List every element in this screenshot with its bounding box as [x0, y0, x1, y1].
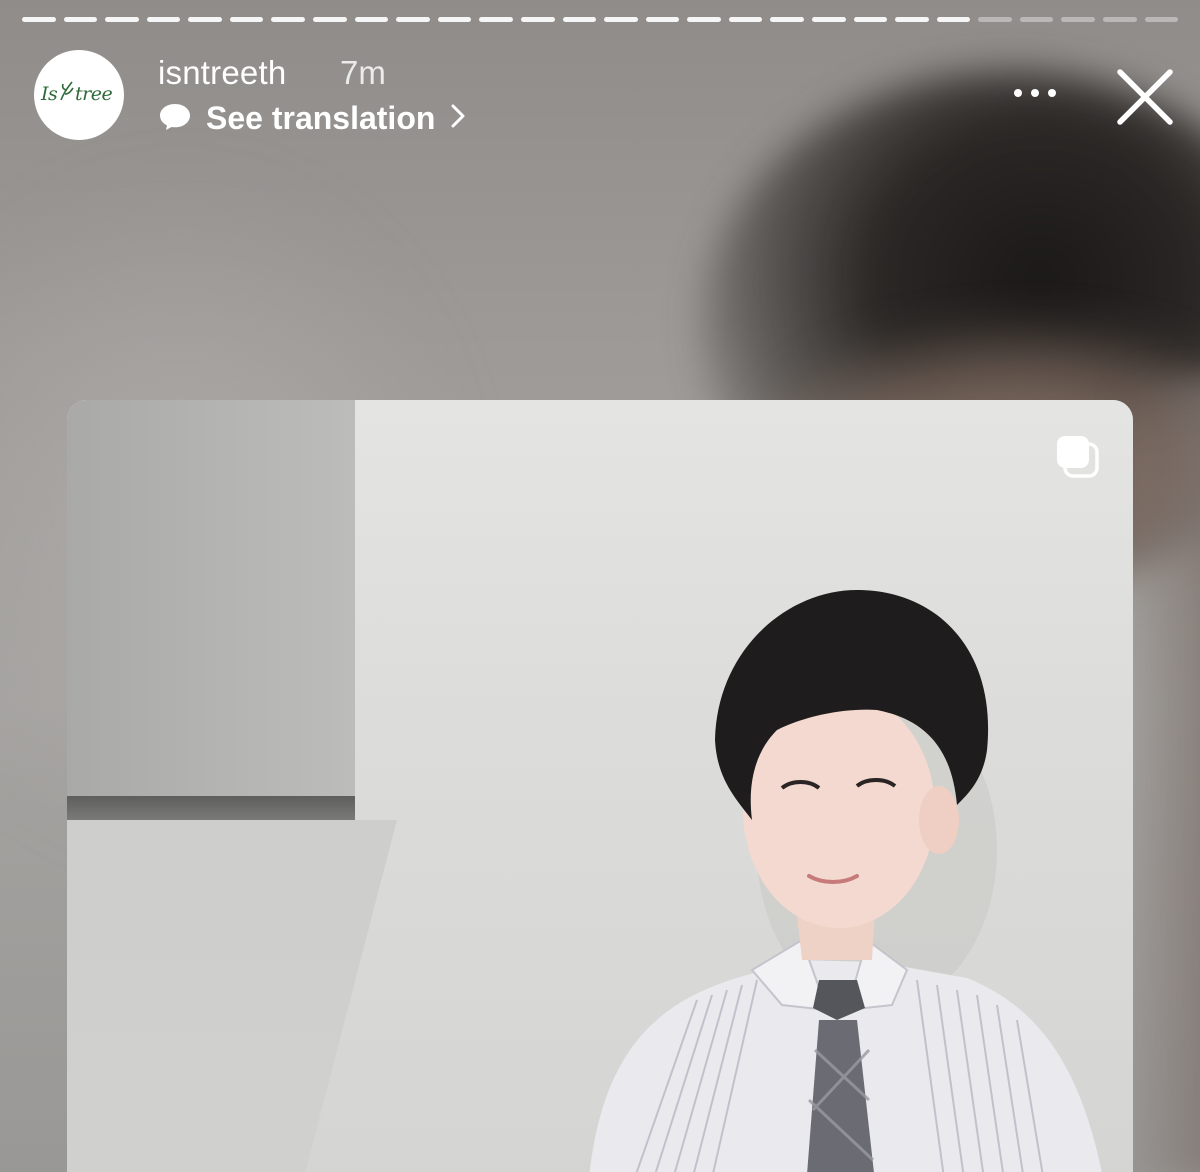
post-photo-pillar-edge — [67, 796, 355, 820]
story-header: Is tree isntreeth 7m See translation — [34, 50, 1200, 150]
post-photo-person — [589, 590, 1102, 1172]
carousel-stack-icon — [1053, 432, 1103, 482]
see-translation-label: See translation — [206, 100, 436, 136]
story-progress-bar — [22, 17, 1179, 24]
post-time: 7m — [340, 54, 386, 91]
story-progress-segment — [396, 17, 430, 22]
story-viewer[interactable]: Is tree isntreeth 7m See translation — [0, 0, 1200, 1172]
story-progress-segment — [354, 17, 389, 22]
svg-text:tree: tree — [75, 83, 112, 105]
close-button[interactable] — [1114, 66, 1176, 128]
story-progress-segment — [936, 17, 971, 22]
story-progress-segment — [853, 17, 888, 22]
story-progress-segment — [645, 17, 680, 22]
brand-logo: Is tree — [39, 78, 119, 113]
story-progress-segment — [146, 17, 181, 22]
story-progress-segment — [687, 17, 721, 22]
story-progress-segment — [479, 17, 513, 22]
post-photo-pillar — [67, 400, 355, 820]
story-progress-segment — [22, 17, 56, 22]
svg-text:Is: Is — [40, 83, 58, 105]
story-progress-segment — [604, 17, 638, 22]
see-translation-button[interactable]: See translation — [158, 100, 467, 137]
story-progress-segment — [188, 17, 222, 22]
story-progress-segment — [1144, 17, 1179, 22]
more-dots-icon — [1014, 89, 1056, 97]
story-progress-segment — [63, 17, 98, 22]
story-progress-segment — [271, 17, 306, 22]
story-progress-segment — [1103, 17, 1137, 22]
speech-bubble-icon — [158, 101, 192, 136]
story-progress-segment — [1061, 17, 1096, 22]
story-progress-segment — [1019, 17, 1054, 22]
story-progress-segment — [728, 17, 763, 22]
story-progress-segment — [313, 17, 347, 22]
avatar[interactable]: Is tree — [34, 50, 124, 140]
story-progress-segment — [229, 17, 264, 22]
story-progress-segment — [520, 17, 555, 22]
story-progress-segment — [811, 17, 846, 22]
story-progress-segment — [978, 17, 1012, 22]
story-progress-segment — [770, 17, 804, 22]
username[interactable]: isntreeth — [158, 54, 286, 92]
close-icon — [1117, 69, 1173, 125]
isntree-logo-icon: Is tree — [40, 81, 113, 105]
chevron-right-icon — [449, 102, 467, 135]
shared-post-card[interactable] — [67, 400, 1133, 1172]
story-progress-segment — [105, 17, 139, 22]
story-progress-segment — [562, 17, 597, 22]
more-options-button[interactable] — [1010, 80, 1060, 106]
story-progress-segment — [895, 17, 929, 22]
story-progress-segment — [437, 17, 472, 22]
